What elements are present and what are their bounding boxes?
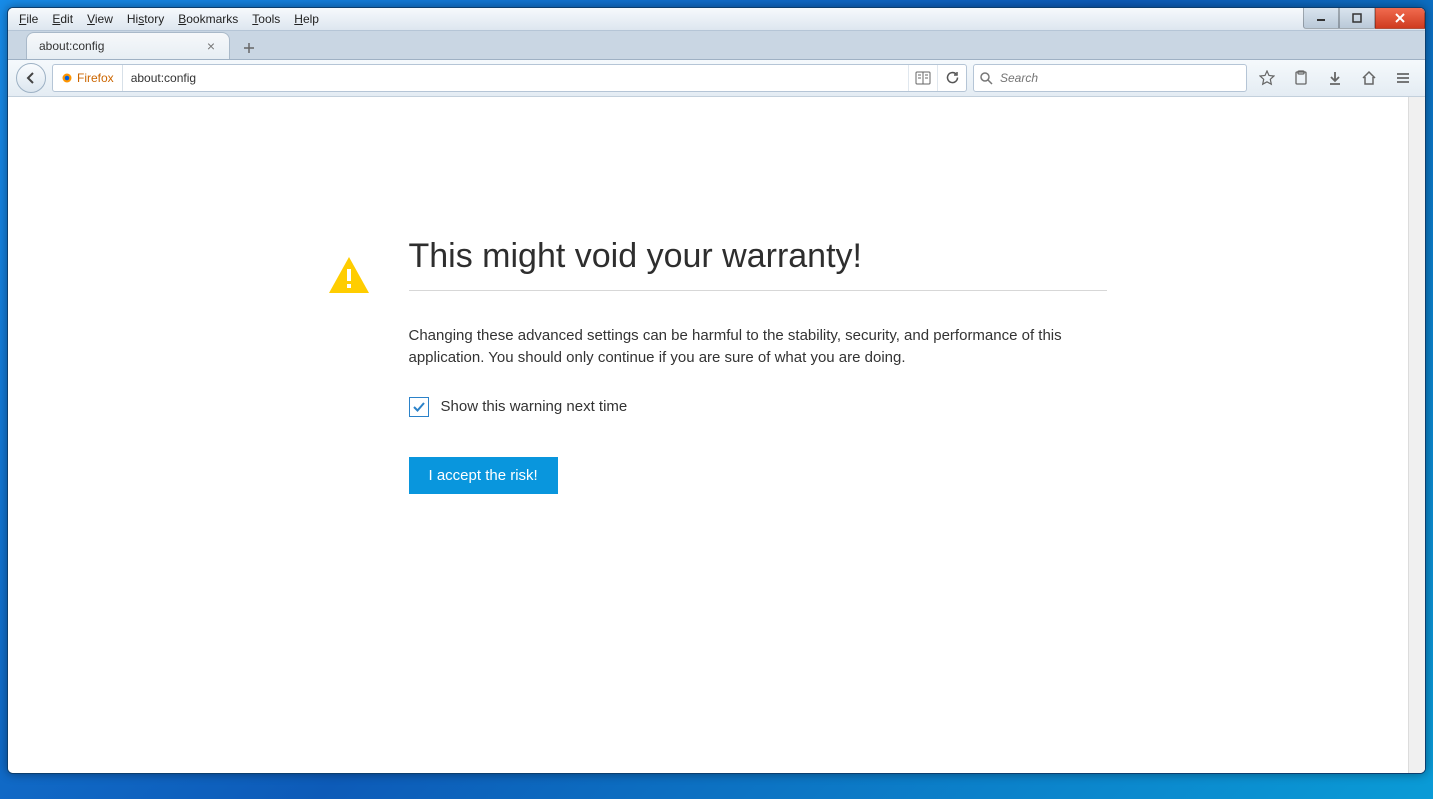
menu-history[interactable]: History: [120, 10, 171, 28]
tab-close-button[interactable]: ×: [203, 38, 219, 54]
tab-strip: about:config ×: [8, 31, 1425, 60]
arrow-left-icon: [24, 71, 38, 85]
identity-box[interactable]: Firefox: [53, 65, 123, 91]
plus-icon: [243, 42, 255, 54]
reader-icon: [915, 71, 931, 85]
warning-title: This might void your warranty!: [409, 237, 1107, 276]
window-minimize-button[interactable]: [1303, 8, 1339, 29]
reload-button[interactable]: [937, 65, 966, 91]
check-icon: [412, 400, 426, 414]
window-close-button[interactable]: [1375, 8, 1425, 29]
menu-edit[interactable]: Edit: [45, 10, 80, 28]
search-input[interactable]: [998, 70, 1246, 86]
downloads-button[interactable]: [1321, 64, 1349, 92]
content-area: This might void your warranty! Changing …: [8, 97, 1425, 773]
menubar: File Edit View History Bookmarks Tools H…: [8, 8, 1425, 31]
menu-button[interactable]: [1389, 64, 1417, 92]
bookmark-star-button[interactable]: [1253, 64, 1281, 92]
back-button[interactable]: [16, 63, 46, 93]
divider: [409, 290, 1107, 291]
show-warning-checkbox[interactable]: [409, 397, 429, 417]
warning-text: Changing these advanced settings can be …: [409, 325, 1107, 369]
download-icon: [1327, 70, 1343, 86]
library-button[interactable]: [1287, 64, 1315, 92]
menu-view[interactable]: View: [80, 10, 120, 28]
show-warning-label: Show this warning next time: [441, 398, 628, 415]
hamburger-icon: [1395, 70, 1411, 86]
menu-help[interactable]: Help: [287, 10, 326, 28]
menu-tools[interactable]: Tools: [245, 10, 287, 28]
clipboard-icon: [1293, 70, 1309, 86]
warning-body: This might void your warranty! Changing …: [409, 237, 1107, 494]
nav-toolbar: Firefox about:config: [8, 60, 1425, 97]
search-icon: [974, 72, 998, 85]
reader-mode-button[interactable]: [908, 65, 937, 91]
menu-file[interactable]: File: [12, 10, 45, 28]
home-icon: [1361, 70, 1377, 86]
vertical-scrollbar[interactable]: [1408, 97, 1425, 773]
window-controls: [1303, 8, 1425, 29]
firefox-icon: [61, 72, 73, 84]
browser-tab[interactable]: about:config ×: [26, 32, 230, 59]
warning-page: This might void your warranty! Changing …: [327, 237, 1107, 494]
warning-icon: [327, 255, 371, 494]
search-bar[interactable]: [973, 64, 1247, 92]
url-text: about:config: [123, 71, 908, 85]
show-warning-checkbox-row[interactable]: Show this warning next time: [409, 397, 1107, 417]
tab-title: about:config: [39, 39, 104, 53]
url-bar[interactable]: Firefox about:config: [52, 64, 967, 92]
new-tab-button[interactable]: [236, 37, 262, 59]
star-icon: [1259, 70, 1275, 86]
reload-icon: [945, 71, 959, 85]
menu-bookmarks[interactable]: Bookmarks: [171, 10, 245, 28]
identity-label: Firefox: [77, 71, 114, 85]
window-maximize-button[interactable]: [1339, 8, 1375, 29]
home-button[interactable]: [1355, 64, 1383, 92]
browser-window: File Edit View History Bookmarks Tools H…: [7, 7, 1426, 774]
accept-risk-button[interactable]: I accept the risk!: [409, 457, 558, 494]
